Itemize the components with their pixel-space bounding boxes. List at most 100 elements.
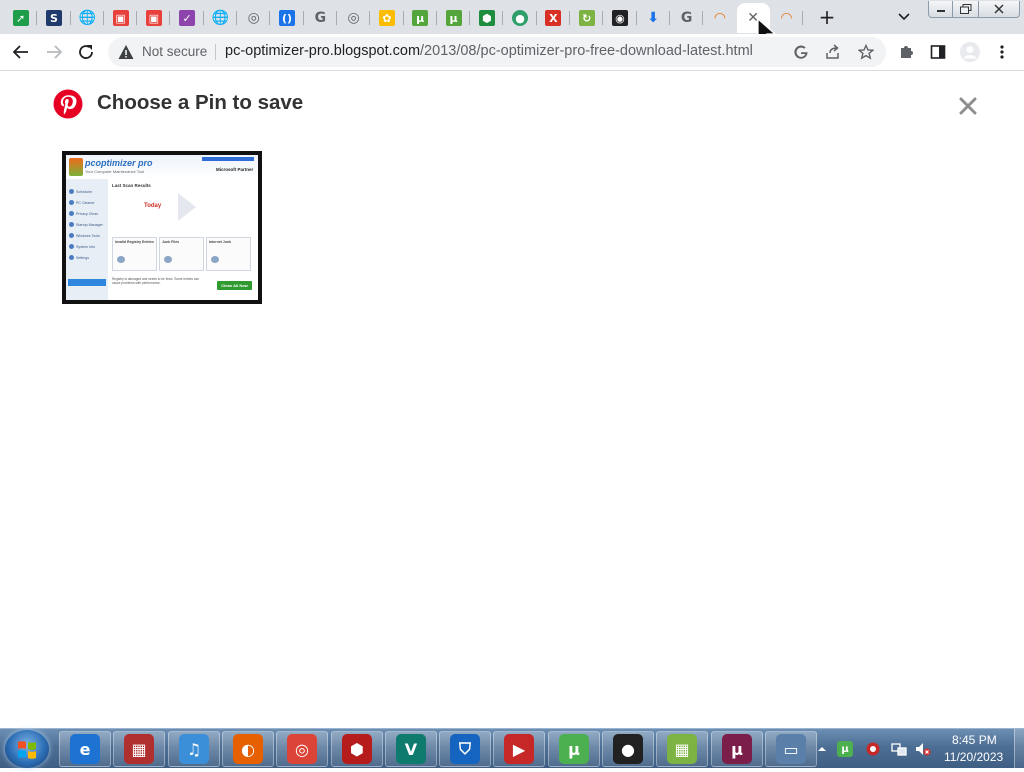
reload-button[interactable] [74, 40, 98, 64]
taskbar-app-button[interactable]: ◐ [222, 731, 274, 767]
close-icon[interactable] [957, 95, 979, 117]
thumbnail-arrow [178, 193, 196, 221]
bookmark-star-button[interactable] [856, 42, 876, 62]
google-lens-button[interactable] [791, 42, 811, 62]
taskbar-app-button[interactable]: ▦ [656, 731, 708, 767]
new-tab-button[interactable]: + [815, 5, 839, 29]
volume-muted-icon [916, 743, 931, 756]
thumbnail-card: Junk Files [159, 237, 204, 271]
screen-app-icon: ▭ [776, 734, 806, 764]
blue-shield-icon: ⛉ [450, 734, 480, 764]
tab-list: ➚ S 🌐 ▣ ▣ ✓ 🌐 ◎() G ◎ ✿ µ µ ⬢ ● X ↻ ◉ ⬇ G ◠ ✕ ◠ [4, 3, 804, 33]
taskbar-app-button[interactable]: e [59, 731, 111, 767]
pin-image-option[interactable]: pcoptimizer pro Your Computer Maintenanc… [62, 151, 262, 304]
browser-tab[interactable]: ◎ [237, 3, 271, 33]
side-panel-icon [930, 45, 946, 59]
taskbar-app-button[interactable]: ● [602, 731, 654, 767]
black-circle-icon: ◉ [611, 10, 628, 26]
taskbar-app-button[interactable]: V [385, 731, 437, 767]
taskbar-app-button[interactable]: ▦ [113, 731, 165, 767]
forward-button[interactable] [42, 40, 66, 64]
green-shield-icon: ⬢ [478, 10, 495, 26]
browser-tab[interactable]: ▣ [137, 3, 171, 33]
utorrent-tray-icon[interactable]: µ [837, 741, 853, 757]
gear-tray-icon[interactable] [865, 741, 881, 757]
chrome-icon: ◎ [347, 10, 360, 26]
taskbar-app-button[interactable]: µ [711, 731, 763, 767]
restore-button[interactable] [952, 1, 980, 18]
taskbar-app-button[interactable]: ⛉ [439, 731, 491, 767]
browser-tab[interactable]: µ [404, 3, 438, 33]
google-photos-icon: ✿ [378, 10, 395, 26]
utorrent-icon: µ [445, 10, 462, 26]
extensions-button[interactable] [894, 40, 918, 64]
clock-date[interactable]: 11/20/2023 [944, 750, 1003, 764]
taskbar-app-button[interactable]: ⬢ [331, 731, 383, 767]
chevron-up-icon [818, 747, 826, 751]
google-g-icon: G [314, 10, 327, 26]
browser-tab[interactable]: ▣ [104, 3, 138, 33]
url-host: pc-optimizer-pro.blogspot.com [225, 43, 421, 59]
browser-tab[interactable]: ◎ [337, 3, 371, 33]
minimize-button[interactable] [928, 1, 954, 18]
tab-strip: ➚ S 🌐 ▣ ▣ ✓ 🌐 ◎() G ◎ ✿ µ µ ⬢ ● X ↻ ◉ ⬇ G ◠ ✕ ◠ + [0, 0, 1024, 34]
browser-tab[interactable]: 🌐 [71, 3, 105, 33]
side-panel-button[interactable] [926, 40, 950, 64]
utorrent-icon: µ [722, 734, 752, 764]
show-desktop-button[interactable] [1014, 729, 1024, 769]
browser-tab[interactable]: ⬇ [637, 3, 671, 33]
thumbnail-sidebar-item: PC Cleaner [69, 200, 95, 205]
thumbnail-sidebar-item: Windows Tools [69, 233, 100, 238]
browser-tab[interactable]: 🌐 [204, 3, 238, 33]
start-button[interactable] [5, 730, 49, 768]
clock-time[interactable]: 8:45 PM [952, 733, 997, 747]
browser-tab[interactable]: S [37, 3, 71, 33]
taskbar-app-button[interactable]: ♫ [168, 731, 220, 767]
browser-tab[interactable]: ➚ [4, 3, 38, 33]
browser-tab[interactable]: ◉ [603, 3, 637, 33]
tab-search-button[interactable] [894, 7, 914, 27]
share-button[interactable] [823, 42, 843, 62]
colorful-app-icon: ▣ [145, 10, 162, 26]
thumbnail-sidebar: Scheduler PC Cleaner Privacy Clean Start… [66, 179, 108, 300]
network-icon [891, 743, 907, 756]
thumbnail-sidebar-item: Scheduler [69, 189, 92, 194]
s-logo-icon: S [45, 10, 62, 26]
browser-tab[interactable]: G [670, 3, 704, 33]
video-recorder-icon: ▶ [504, 734, 534, 764]
minimize-icon [937, 10, 945, 12]
google-g-icon [794, 45, 808, 59]
thumbnail-app-title: pcoptimizer pro [85, 158, 153, 168]
address-bar[interactable]: Not secure pc-optimizer-pro.blogspot.com… [108, 37, 886, 67]
browser-tab[interactable]: ✿ [370, 3, 404, 33]
close-window-button[interactable] [978, 1, 1020, 18]
browser-tab[interactable]: ⬢ [470, 3, 504, 33]
reload-icon [79, 45, 93, 59]
url-text[interactable]: pc-optimizer-pro.blogspot.com/2013/08/pc… [225, 43, 753, 59]
thumbnail-sidebar-item: Startup Manager [69, 222, 103, 227]
globe-icon: 🌐 [211, 10, 230, 26]
browser-tab[interactable]: µ [437, 3, 471, 33]
volume-tray-icon[interactable] [915, 741, 931, 757]
back-arrow-icon [12, 45, 28, 59]
browser-tab[interactable]: () [270, 3, 304, 33]
browser-tab[interactable]: ● [503, 3, 538, 33]
thumbnail-today: Today [144, 203, 162, 209]
taskbar-app-button[interactable]: µ [548, 731, 600, 767]
browser-tab[interactable]: G [304, 3, 338, 33]
browser-tab[interactable]: ↻ [570, 3, 604, 33]
share-icon [826, 44, 839, 59]
security-status-label[interactable]: Not secure [142, 44, 207, 59]
browser-tab[interactable]: X [537, 3, 571, 33]
taskbar-app-button[interactable]: ◎ [276, 731, 328, 767]
profile-button[interactable] [958, 40, 982, 64]
globe-icon: 🌐 [78, 10, 96, 26]
taskbar-app-button[interactable]: ▶ [493, 731, 545, 767]
menu-button[interactable] [990, 40, 1014, 64]
network-tray-icon[interactable] [891, 741, 907, 757]
browser-tab[interactable]: ✓ [170, 3, 205, 33]
pinterest-logo-icon [53, 89, 83, 119]
show-hidden-icons-button[interactable] [814, 741, 830, 757]
browser-tab[interactable]: ◠ [703, 3, 736, 33]
back-button[interactable] [9, 40, 33, 64]
